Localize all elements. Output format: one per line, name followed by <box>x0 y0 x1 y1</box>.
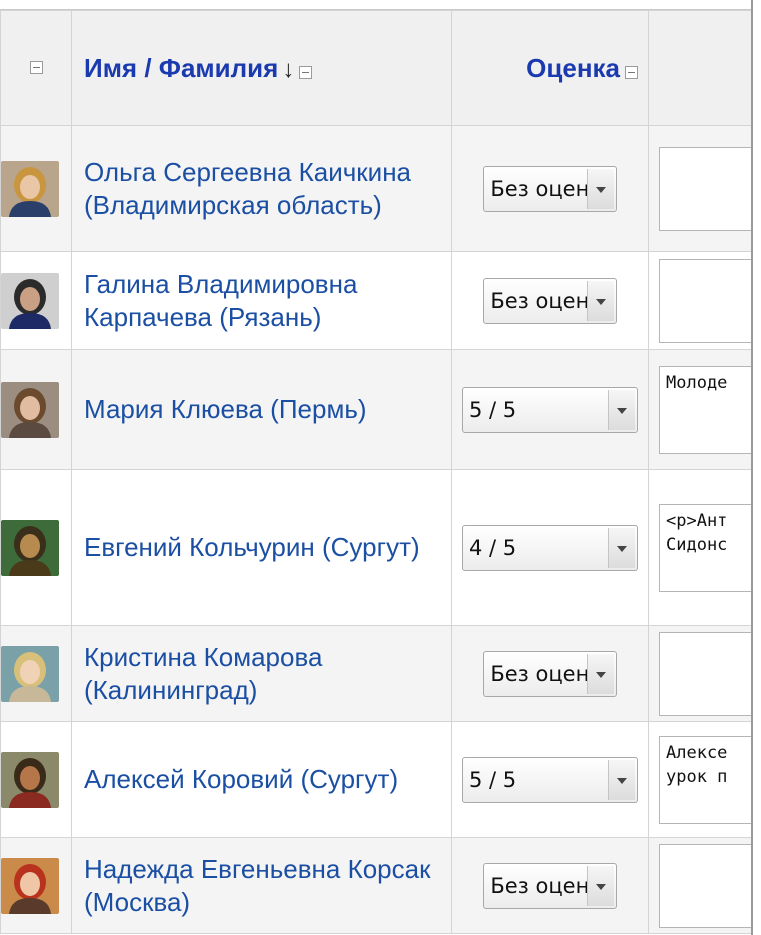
user-avatar[interactable] <box>1 381 59 438</box>
user-name-cell: Кристина Комарова (Калининград) <box>71 625 452 722</box>
user-picture-cell <box>0 721 72 838</box>
user-avatar[interactable] <box>1 645 59 702</box>
user-name-link[interactable]: Мария Клюева (Пермь) <box>84 393 443 426</box>
grade-select[interactable]: 5 / 5 <box>462 756 638 803</box>
user-name-cell: Евгений Кольчурин (Сургут) <box>71 469 452 626</box>
user-picture-cell <box>0 837 72 934</box>
user-picture-cell <box>0 125 72 252</box>
table-row: Галина Владимировна Карпачева (Рязань) Бе… <box>0 251 753 350</box>
grade-cell: Без оценки <box>451 625 649 722</box>
user-photo-icon <box>1 272 59 329</box>
user-photo-icon <box>1 645 59 702</box>
grade-select[interactable]: Без оценки <box>483 277 617 324</box>
user-photo-icon <box>1 160 59 217</box>
feedback-cell: <p>Ант Сидонс <box>648 469 753 626</box>
user-name-cell: Мария Клюева (Пермь) <box>71 349 452 470</box>
grade-select[interactable]: Без оценки <box>483 165 617 212</box>
feedback-cell: Молоде <box>648 349 753 470</box>
feedback-textarea[interactable] <box>659 631 752 716</box>
user-avatar[interactable] <box>1 751 59 808</box>
user-name-link[interactable]: Галина Владимировна Карпачева (Рязань) <box>84 268 443 334</box>
feedback-textarea[interactable] <box>659 843 752 928</box>
user-picture-cell <box>0 625 72 722</box>
grade-cell: 4 / 5 <box>451 469 649 626</box>
user-photo-icon <box>1 519 59 576</box>
feedback-textarea[interactable]: Молоде <box>659 365 752 454</box>
feedback-cell <box>648 125 753 252</box>
sort-by-name-link[interactable]: Имя / Фамилия <box>84 53 278 83</box>
user-name-cell: Алексей Коровий (Сургут) <box>71 721 452 838</box>
chevron-down-icon[interactable] <box>586 653 614 694</box>
sort-descending-icon: ↓ <box>282 55 295 83</box>
comment-column-header <box>648 10 753 126</box>
grade-select-value: 4 / 5 <box>469 535 517 560</box>
table-row: Ольга Сергеевна Каичкина (Владимирская о… <box>0 125 753 252</box>
chevron-down-icon[interactable] <box>586 280 614 321</box>
grading-rows: Ольга Сергеевна Каичкина (Владимирская о… <box>0 125 753 934</box>
grade-cell: Без оценки <box>451 251 649 350</box>
grade-cell: Без оценки <box>451 125 649 252</box>
feedback-cell <box>648 625 753 722</box>
user-photo-icon <box>1 381 59 438</box>
feedback-textarea[interactable] <box>659 146 752 231</box>
user-picture-cell <box>0 349 72 470</box>
chevron-down-icon[interactable] <box>608 759 635 800</box>
user-name-cell: Ольга Сергеевна Каичкина (Владимирская о… <box>71 125 452 252</box>
user-name-cell: Галина Владимировна Карпачева (Рязань) <box>71 251 452 350</box>
header-row: Имя / Фамилия ↓ Оценка <box>0 10 753 126</box>
user-name-link[interactable]: Алексей Коровий (Сургут) <box>84 763 443 796</box>
grade-cell: Без оценки <box>451 837 649 934</box>
user-avatar[interactable] <box>1 519 59 576</box>
grading-table: Имя / Фамилия ↓ Оценка Ольга Сергеевна Ка… <box>0 10 753 934</box>
user-name-link[interactable]: Кристина Комарова (Калининград) <box>84 641 443 707</box>
user-name-link[interactable]: Ольга Сергеевна Каичкина (Владимирская о… <box>84 156 443 222</box>
grade-cell: 5 / 5 <box>451 349 649 470</box>
feedback-cell <box>648 837 753 934</box>
chevron-down-icon[interactable] <box>608 527 635 568</box>
picture-column-header <box>0 10 72 126</box>
feedback-textarea[interactable] <box>659 258 752 343</box>
collapse-picture-column-icon[interactable] <box>29 61 43 75</box>
table-row: Алексей Коровий (Сургут) 5 / 5 Алексе урок… <box>0 721 753 838</box>
feedback-textarea[interactable]: Алексе урок п <box>659 735 752 824</box>
grade-select[interactable]: 5 / 5 <box>462 386 638 433</box>
table-row: Евгений Кольчурин (Сургут) 4 / 5 <p>Ант Си… <box>0 469 753 626</box>
chevron-down-icon[interactable] <box>586 168 614 209</box>
collapse-grade-column-icon[interactable] <box>625 65 638 79</box>
table-row: Мария Клюева (Пермь) 5 / 5 Молоде <box>0 349 753 470</box>
window-right-edge <box>751 0 761 935</box>
collapse-name-column-icon[interactable] <box>299 65 313 79</box>
grade-cell: 5 / 5 <box>451 721 649 838</box>
user-picture-cell <box>0 469 72 626</box>
feedback-cell: Алексе урок п <box>648 721 753 838</box>
grade-select[interactable]: Без оценки <box>483 862 617 909</box>
feedback-textarea[interactable]: <p>Ант Сидонс <box>659 503 752 592</box>
grade-select[interactable]: Без оценки <box>483 650 617 697</box>
feedback-cell <box>648 251 753 350</box>
user-avatar[interactable] <box>1 272 59 329</box>
user-avatar[interactable] <box>1 160 59 217</box>
user-name-link[interactable]: Надежда Евгеньевна Корсак (Москва) <box>84 853 443 919</box>
chevron-down-icon[interactable] <box>586 865 614 906</box>
user-avatar[interactable] <box>1 857 59 914</box>
user-name-cell: Надежда Евгеньевна Корсак (Москва) <box>71 837 452 934</box>
grade-column-header: Оценка <box>451 10 649 126</box>
table-row: Надежда Евгеньевна Корсак (Москва) Без оц… <box>0 837 753 934</box>
user-photo-icon <box>1 857 59 914</box>
name-column-header: Имя / Фамилия ↓ <box>71 10 452 126</box>
grade-select[interactable]: 4 / 5 <box>462 524 638 571</box>
user-picture-cell <box>0 251 72 350</box>
user-name-link[interactable]: Евгений Кольчурин (Сургут) <box>84 531 443 564</box>
sort-by-grade-link[interactable]: Оценка <box>526 53 620 83</box>
grade-select-value: 5 / 5 <box>469 397 517 422</box>
chevron-down-icon[interactable] <box>608 389 635 430</box>
table-row: Кристина Комарова (Калининград) Без оценк… <box>0 625 753 722</box>
grade-select-value: 5 / 5 <box>469 767 517 792</box>
user-photo-icon <box>1 751 59 808</box>
